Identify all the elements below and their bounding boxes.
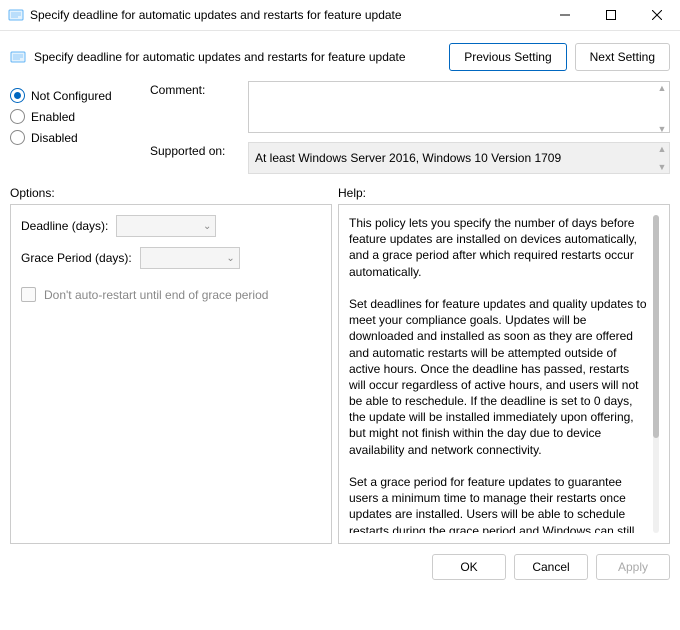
- radio-label: Not Configured: [31, 89, 112, 103]
- comment-input[interactable]: [248, 81, 670, 133]
- scroll-arrows-icon: ▲▼: [656, 83, 668, 134]
- cancel-button[interactable]: Cancel: [514, 554, 588, 580]
- deadline-combobox[interactable]: ⌄: [116, 215, 216, 237]
- dialog-footer: OK Cancel Apply: [0, 544, 680, 580]
- body-columns: Options: Deadline (days): ⌄ Grace Period…: [0, 180, 680, 544]
- policy-subtitle: Specify deadline for automatic updates a…: [34, 50, 441, 64]
- chevron-down-icon: ⌄: [226, 253, 234, 264]
- group-policy-icon: [10, 49, 26, 65]
- grace-period-label: Grace Period (days):: [21, 251, 132, 265]
- help-scrollbar[interactable]: [653, 215, 659, 533]
- previous-setting-button[interactable]: Previous Setting: [449, 43, 566, 71]
- options-panel: Deadline (days): ⌄ Grace Period (days): …: [10, 204, 332, 544]
- scrollbar-thumb[interactable]: [653, 215, 659, 438]
- help-panel: This policy lets you specify the number …: [338, 204, 670, 544]
- supported-on-label: Supported on:: [150, 142, 240, 174]
- state-radios: Not Configured Enabled Disabled: [10, 81, 140, 180]
- radio-icon: [10, 130, 25, 145]
- scroll-arrows-icon: ▲▼: [656, 144, 668, 172]
- supported-on-value: At least Windows Server 2016, Windows 10…: [248, 142, 670, 174]
- group-policy-icon: [8, 7, 24, 23]
- maximize-button[interactable]: [588, 0, 634, 30]
- policy-header: Specify deadline for automatic updates a…: [0, 31, 680, 77]
- title-bar: Specify deadline for automatic updates a…: [0, 0, 680, 31]
- radio-not-configured[interactable]: Not Configured: [10, 88, 140, 103]
- checkbox-icon: [21, 287, 36, 302]
- radio-icon: [10, 88, 25, 103]
- close-button[interactable]: [634, 0, 680, 30]
- config-section: Not Configured Enabled Disabled Comment:…: [0, 77, 680, 180]
- options-section-label: Options:: [10, 186, 332, 200]
- radio-label: Disabled: [31, 131, 78, 145]
- window-title: Specify deadline for automatic updates a…: [30, 8, 542, 22]
- chevron-down-icon: ⌄: [203, 221, 211, 232]
- radio-enabled[interactable]: Enabled: [10, 109, 140, 124]
- next-setting-button[interactable]: Next Setting: [575, 43, 670, 71]
- radio-label: Enabled: [31, 110, 75, 124]
- comment-label: Comment:: [150, 81, 240, 136]
- radio-disabled[interactable]: Disabled: [10, 130, 140, 145]
- ok-button[interactable]: OK: [432, 554, 506, 580]
- deadline-label: Deadline (days):: [21, 219, 108, 233]
- apply-button[interactable]: Apply: [596, 554, 670, 580]
- minimize-button[interactable]: [542, 0, 588, 30]
- radio-icon: [10, 109, 25, 124]
- help-section-label: Help:: [338, 186, 670, 200]
- grace-period-combobox[interactable]: ⌄: [140, 247, 240, 269]
- no-auto-restart-checkbox[interactable]: Don't auto-restart until end of grace pe…: [21, 287, 321, 302]
- checkbox-label: Don't auto-restart until end of grace pe…: [44, 288, 268, 302]
- help-text: This policy lets you specify the number …: [349, 215, 649, 533]
